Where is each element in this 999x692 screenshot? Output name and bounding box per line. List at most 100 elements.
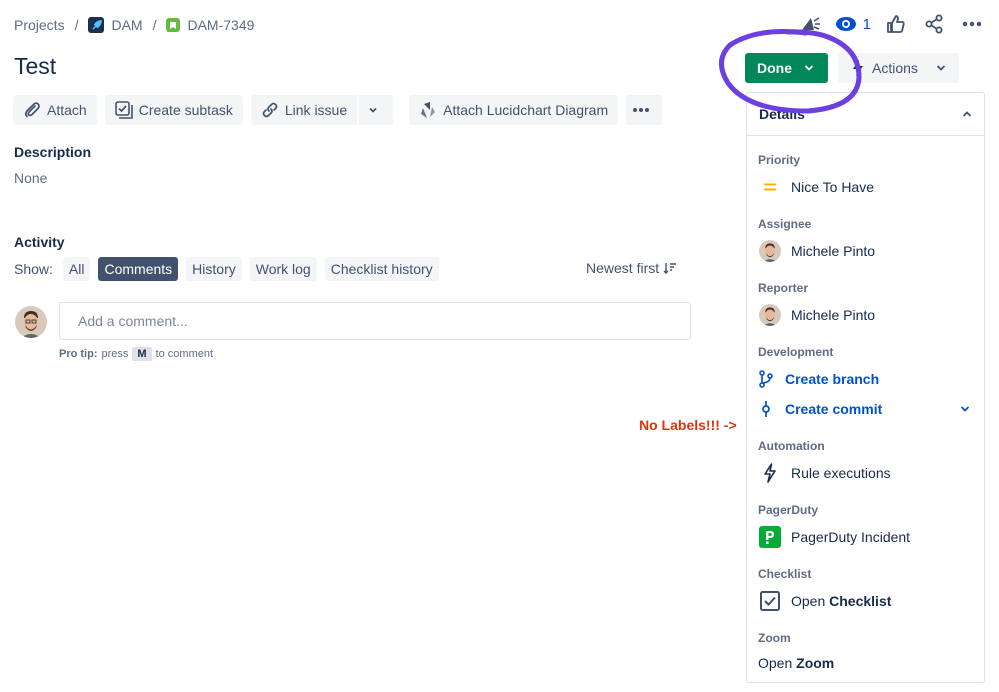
reporter-value-row[interactable]: Michele Pinto [758,303,875,327]
zoom-label: Zoom [758,631,791,645]
pagerduty-label: PagerDuty [758,503,819,517]
breadcrumb-issue[interactable]: DAM-7349 [166,17,254,33]
issue-title[interactable]: Test [14,53,56,80]
more-icon[interactable] [959,12,985,36]
filter-history[interactable]: History [186,257,242,281]
breadcrumb-separator: / [74,17,79,33]
link-issue-dropdown[interactable] [359,95,394,125]
avatar [759,304,781,326]
automation-field: Automation Rule executions [758,439,891,485]
feedback-icon[interactable] [797,12,823,36]
priority-field: Priority Nice To Have [758,153,874,199]
share-icon[interactable] [921,12,947,36]
rule-executions-link[interactable]: Rule executions [758,461,891,485]
create-subtask-label: Create subtask [138,102,233,118]
breadcrumb-projects[interactable]: Projects [14,17,65,33]
attach-lucidchart-label: Attach Lucidchart Diagram [443,102,609,118]
pagerduty-field: PagerDuty PagerDuty Incident [758,503,910,549]
link-icon [262,102,278,118]
assignee-value: Michele Pinto [791,243,876,259]
commit-icon [755,397,777,421]
reporter-label: Reporter [758,281,809,295]
status-label: Done [757,60,792,76]
thumbs-up-icon[interactable] [883,12,909,36]
pro-tip: Pro tip: press M to comment [59,347,213,361]
sort-label: Newest first [586,260,660,276]
zoom-open-label: Open [758,655,793,671]
activity-heading: Activity [14,234,65,250]
open-zoom-link[interactable]: Open Zoom [758,655,834,671]
reporter-value: Michele Pinto [791,307,876,323]
rocket-icon [88,17,105,33]
assignee-value-row[interactable]: Michele Pinto [758,239,875,263]
chevron-down-icon[interactable] [960,405,970,413]
create-branch-link[interactable]: Create branch [755,367,973,391]
reporter-field: Reporter Michele Pinto [758,281,875,327]
actions-label: Actions [872,60,918,76]
attach-button[interactable]: Attach [13,95,97,125]
lightning-icon [853,60,863,76]
checklist-name: Checklist [829,593,892,609]
priority-medium-icon [758,175,782,199]
sort-descending-icon [663,263,677,274]
pro-tip-suffix: to comment [155,348,214,360]
lucidchart-icon [421,102,436,118]
branch-icon [755,367,777,391]
show-label: Show: [14,261,53,277]
attach-label: Attach [47,102,87,118]
description-value[interactable]: None [14,170,47,186]
filter-checklist-history[interactable]: Checklist history [324,257,439,281]
description-heading: Description [14,144,92,160]
create-subtask-button[interactable]: Create subtask [104,95,243,125]
filter-all[interactable]: All [62,257,91,281]
avatar [759,240,781,262]
issue-header-actions: 1 [785,12,985,36]
sort-order-button[interactable]: Newest first [586,260,677,276]
pro-tip-press: press [101,348,129,360]
comment-input[interactable]: Add a comment... [59,302,691,340]
zoom-name: Zoom [796,655,835,671]
attach-lucidchart-button[interactable]: Attach Lucidchart Diagram [409,95,619,125]
issue-toolbar: Attach Create subtask Link issue Attach … [13,95,670,125]
toolbar-more-button[interactable] [626,95,663,125]
link-issue-label: Link issue [284,102,348,118]
create-branch-label: Create branch [785,371,880,387]
priority-value-row[interactable]: Nice To Have [758,175,874,199]
automation-value: Rule executions [791,465,891,481]
pagerduty-incident-link[interactable]: PagerDuty Incident [758,525,910,549]
create-commit-label: Create commit [785,401,883,417]
watch-count: 1 [862,15,871,33]
filter-comments[interactable]: Comments [98,257,179,281]
actions-button[interactable]: Actions [838,53,959,83]
breadcrumb-project-label: DAM [111,17,143,33]
development-field: Development Create branch Create commit [758,345,973,421]
development-label: Development [758,345,834,359]
eye-icon [835,17,856,31]
breadcrumb-issue-key: DAM-7349 [187,17,255,33]
pro-tip-prefix: Pro tip: [59,348,98,360]
create-commit-link[interactable]: Create commit [755,397,970,421]
checklist-label: Checklist [758,567,812,581]
filter-work-log[interactable]: Work log [249,257,317,281]
breadcrumb-separator: / [152,17,157,33]
subtask-icon [114,101,133,119]
chevron-down-icon [936,65,946,71]
paperclip-icon [24,102,40,118]
priority-value: Nice To Have [791,179,875,195]
link-issue-button[interactable]: Link issue [250,95,358,125]
watch-button[interactable]: 1 [835,16,871,33]
annotation-note: No Labels!!! -> [639,417,737,433]
details-header[interactable]: Details [747,93,984,136]
status-button[interactable]: Done [745,53,828,83]
open-checklist-link[interactable]: Open Checklist [758,589,891,613]
zoom-field: Zoom Open Zoom [758,631,834,671]
more-icon [633,108,650,112]
lightning-icon [758,461,782,485]
breadcrumb-project[interactable]: DAM [88,17,143,33]
checkbox-checked-icon [758,589,782,613]
pagerduty-value: PagerDuty Incident [791,529,911,545]
reporter-avatar-wrap [758,303,782,327]
keyboard-shortcut-badge: M [132,347,152,361]
details-heading: Details [759,106,805,122]
pagerduty-icon [758,525,782,549]
